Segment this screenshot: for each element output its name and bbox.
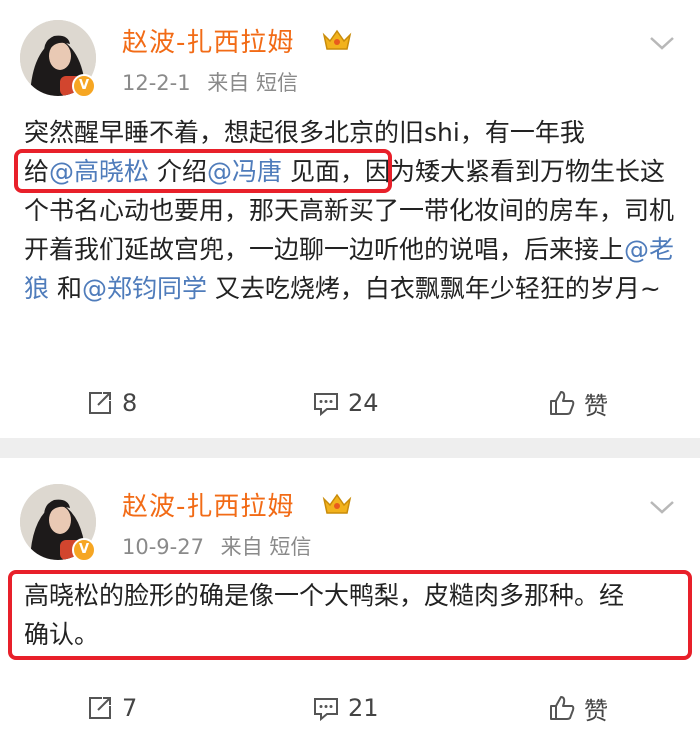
like-icon (550, 696, 575, 720)
repost-count: 8 (122, 389, 138, 417)
crown-icon (322, 29, 352, 50)
post-card: V 赵波-扎西拉姆 12-2-1 来自 短信 突然醒早睡不着，想起很多北京的旧s… (0, 0, 700, 438)
post-content: 突然醒早睡不着，想起很多北京的旧shi，有一年我 给@高晓松 介绍@冯唐 见面，… (24, 113, 678, 308)
like-label: 赞 (584, 696, 608, 725)
like-icon (550, 391, 575, 415)
action-bar: 8 24 赞 (0, 383, 700, 423)
content-line: 突然醒早睡不着，想起很多北京的旧shi，有一年我 (24, 113, 678, 152)
like-label: 赞 (584, 391, 608, 420)
like-button[interactable]: 赞 (548, 383, 608, 423)
post-date: 12-2-1 (122, 71, 191, 95)
repost-count: 7 (122, 694, 138, 722)
action-bar: 7 21 赞 (0, 688, 700, 728)
comment-count: 24 (348, 389, 379, 417)
post-meta: 10-9-27 来自 短信 (122, 531, 321, 561)
username[interactable]: 赵波-扎西拉姆 (122, 486, 294, 523)
chevron-down-icon[interactable] (648, 498, 676, 516)
comment-icon (314, 393, 338, 417)
username[interactable]: 赵波-扎西拉姆 (122, 22, 294, 59)
mention-link[interactable]: @郑钧同学 (82, 274, 207, 303)
verified-badge: V (72, 538, 96, 562)
repost-icon (89, 392, 111, 414)
text: 和 (49, 274, 82, 303)
text: 又去吃烧烤，白衣飘飘年少轻狂的岁月~ (206, 274, 661, 303)
highlight-box (14, 149, 392, 193)
verified-badge: V (72, 74, 96, 98)
repost-icon (89, 697, 111, 719)
comment-button[interactable]: 24 (312, 383, 379, 423)
post-date: 10-9-27 (122, 535, 204, 559)
comment-count: 21 (348, 694, 379, 722)
text: 突然醒早睡不着，想起很多北京的旧shi，有一年我 (24, 118, 585, 147)
post-source: 来自 短信 (207, 71, 298, 95)
chevron-down-icon[interactable] (648, 34, 676, 52)
crown-icon (322, 493, 352, 514)
repost-button[interactable]: 8 (86, 383, 137, 423)
post-meta: 12-2-1 来自 短信 (122, 67, 308, 97)
repost-button[interactable]: 7 (86, 688, 137, 728)
comment-button[interactable]: 21 (312, 688, 379, 728)
comment-icon (314, 698, 338, 722)
post-card: V 赵波-扎西拉姆 10-9-27 来自 短信 高晓松的脸形的确是像一个大鸭梨，… (0, 458, 700, 754)
like-button[interactable]: 赞 (548, 688, 608, 728)
post-source: 来自 短信 (220, 535, 312, 559)
highlight-box (8, 570, 692, 660)
